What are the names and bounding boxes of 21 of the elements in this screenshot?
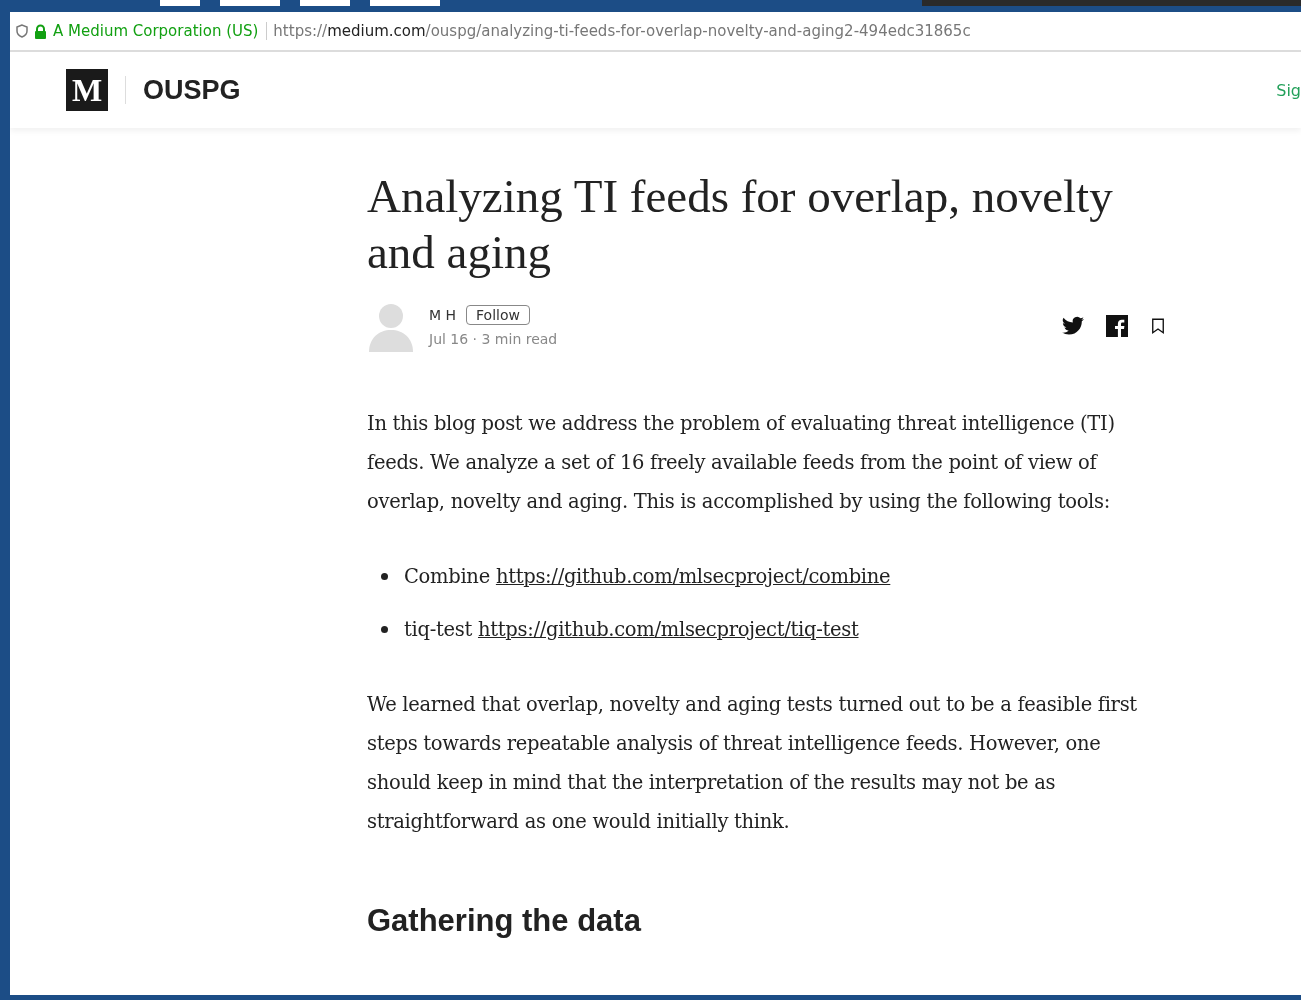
site-identity[interactable]: A Medium Corporation (US) bbox=[53, 22, 268, 40]
shield-icon[interactable] bbox=[16, 24, 28, 38]
tool-name: Combine bbox=[404, 564, 490, 590]
github-link[interactable]: https://github.com/mlsecproject/combine bbox=[495, 557, 891, 596]
bullet-icon bbox=[381, 573, 388, 580]
post-date-read-time: Jul 16 · 3 min read bbox=[429, 331, 558, 347]
paragraph: In this blog post we address the problem of evaluating threat intelligence (TI) feeds. We analyze a set of 16 freely available feeds from the point of view of overlap, novelty and aging. This is accomplished by using the following tools: bbox=[367, 411, 1116, 515]
github-link[interactable]: https://github.com/mlsecproject/tiq-test bbox=[477, 610, 859, 649]
facebook-icon[interactable] bbox=[1105, 314, 1129, 338]
bullet-icon bbox=[381, 626, 388, 633]
paragraph: We learned that overlap, novelty and aging tests turned out to be a feasible first steps towards repeatable analysis of threat intelligence feeds. However, one should keep in mind that the interpretation of the results may not be as straightforward as one would initially think. bbox=[367, 692, 1138, 835]
author-name[interactable]: M H bbox=[429, 307, 457, 323]
site-logo[interactable]: M bbox=[66, 69, 108, 111]
twitter-bird-icon[interactable] bbox=[1061, 314, 1085, 338]
article-title: Analyzing TI feeds for overlap, novelty and aging bbox=[367, 169, 1114, 280]
lock-icon[interactable] bbox=[34, 23, 47, 39]
follow-button[interactable]: Follow bbox=[466, 305, 530, 325]
tool-name: tiq-test bbox=[404, 617, 472, 643]
publication-name[interactable]: OUSPG bbox=[143, 74, 241, 106]
section-heading: Gathering the data bbox=[367, 903, 643, 939]
address-bar-url[interactable]: https://medium.com/ouspg/analyzing-ti-feeds-for-overlap-novelty-and-aging2-494edc31865c bbox=[273, 22, 971, 40]
